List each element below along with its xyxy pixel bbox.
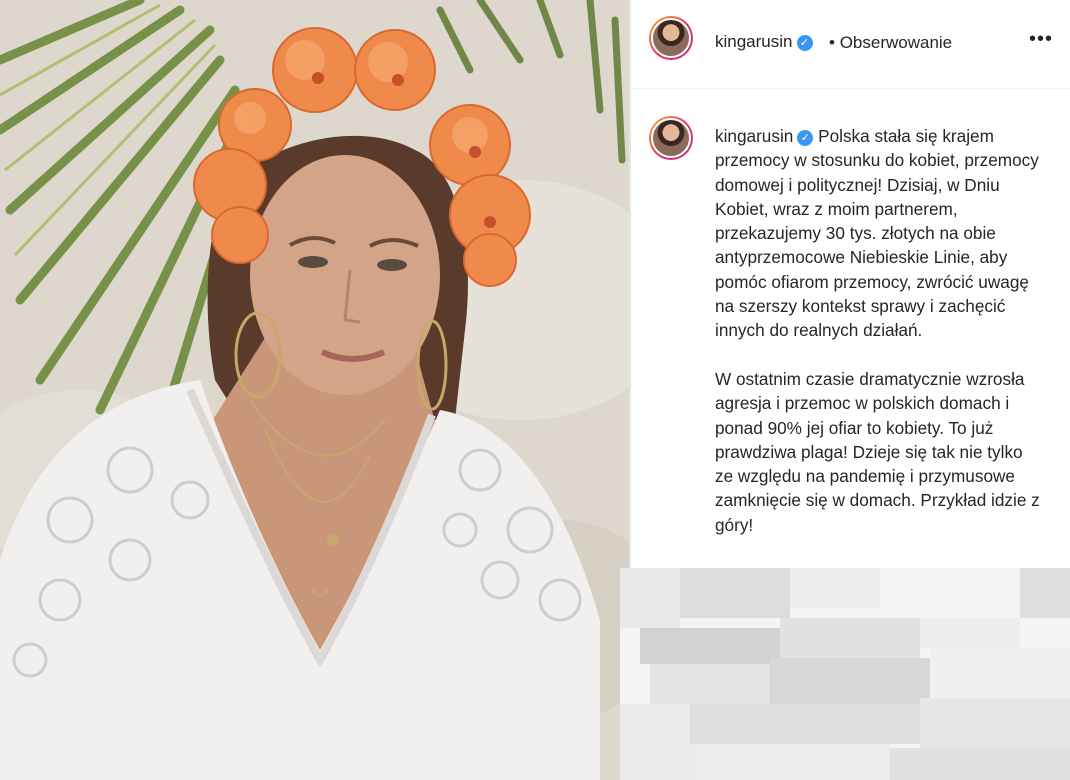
caption-author-avatar[interactable] [649, 116, 693, 160]
following-button[interactable]: Obserwowanie [840, 33, 952, 52]
caption-text: Polska stała się krajem przemocy w stosu… [715, 126, 1040, 535]
pixelated-comments-area [620, 568, 1070, 780]
verified-badge-icon: ✓ [796, 35, 813, 51]
header-username-row[interactable]: kingarusin ✓ [715, 32, 813, 52]
photo-illustration [0, 0, 629, 780]
post-caption: kingarusin ✓ Polska stała się krajem prze… [715, 124, 1045, 537]
verified-badge-icon: ✓ [797, 130, 814, 146]
caption-username[interactable]: kingarusin [715, 126, 793, 146]
author-avatar[interactable] [649, 16, 693, 60]
follow-status[interactable]: • Obserwowanie [829, 33, 952, 53]
post-header: kingarusin ✓ • Obserwowanie ••• [631, 0, 1070, 89]
header-username[interactable]: kingarusin [715, 32, 793, 51]
more-horizontal-icon[interactable]: ••• [1029, 28, 1053, 51]
post-photo[interactable] [0, 0, 629, 780]
post-caption-area: kingarusin ✓ Polska stała się krajem prze… [631, 90, 1070, 570]
header-separator: • [829, 33, 835, 52]
